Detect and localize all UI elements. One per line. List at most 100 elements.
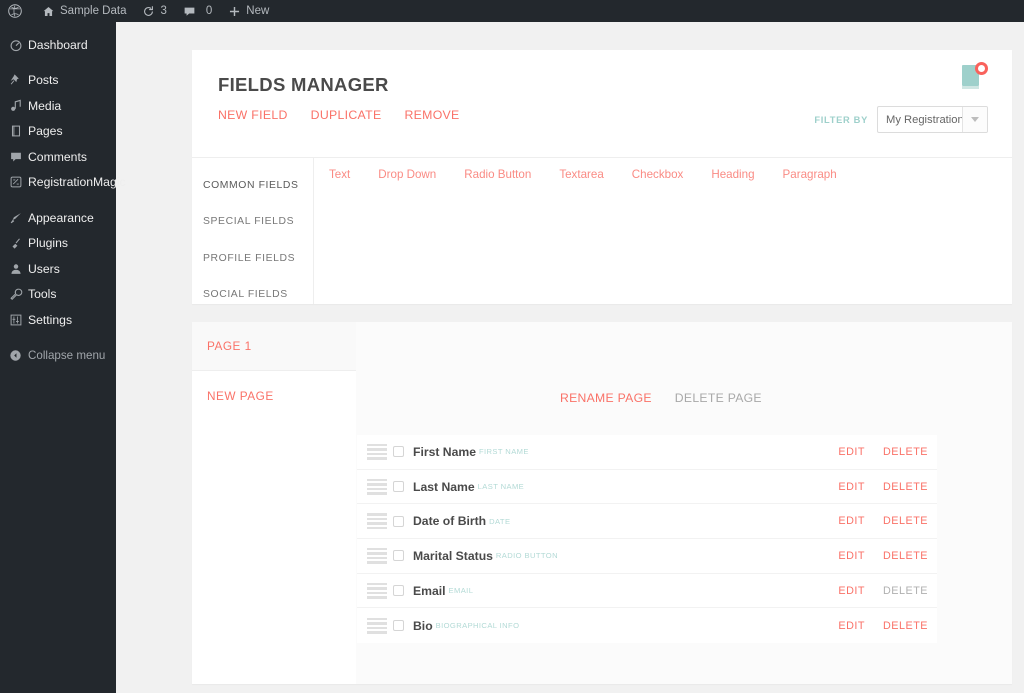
field-type-paragraph[interactable]: Paragraph [783,168,837,181]
row-checkbox[interactable] [393,446,404,458]
delete-field-button[interactable]: DELETE [883,585,928,597]
field-type-label: RADIO BUTTON [495,551,558,561]
sidebar-item-plugins[interactable]: Plugins [0,231,116,257]
menu-separator [0,58,116,68]
row-actions: EDIT DELETE [838,585,928,597]
table-row[interactable]: Date of Birth DATE EDIT DELETE [357,504,937,540]
delete-field-button[interactable]: DELETE [883,550,928,562]
pin-icon [9,73,26,87]
updates-menu[interactable]: 3 [134,0,174,22]
field-name-label: First Name [413,444,476,459]
sidebar-label: Media [28,98,62,113]
notification-badge [975,62,988,75]
row-actions: EDIT DELETE [838,446,928,458]
table-row[interactable]: Last Name LAST NAME EDIT DELETE [357,469,937,505]
delete-field-button[interactable]: DELETE [883,515,928,527]
category-profile-fields[interactable]: PROFILE FIELDS [192,240,313,277]
edit-field-button[interactable]: EDIT [838,481,865,493]
sidebar-label: Settings [28,312,73,327]
filter-by-control: FILTER BY My Registration F... [814,106,988,133]
sidebar-item-users[interactable]: Users [0,256,116,282]
row-checkbox[interactable] [393,620,404,632]
drag-handle-icon[interactable] [357,547,393,564]
comments-menu[interactable]: 0 [175,0,220,22]
remove-button[interactable]: REMOVE [404,108,459,122]
sidebar-item-pages[interactable]: Pages [0,119,116,145]
site-name-menu[interactable]: Sample Data [34,0,134,22]
edit-field-button[interactable]: EDIT [838,585,865,597]
drag-handle-icon[interactable] [357,478,393,495]
main-content: FIELDS MANAGER NEW FIELD DUPLICATE REMOV… [116,22,1024,693]
field-type-heading[interactable]: Heading [711,168,754,181]
collapse-menu-button[interactable]: Collapse menu [0,343,116,369]
plus-icon [228,5,241,18]
table-row[interactable]: Email EMAIL EDIT DELETE [357,573,937,609]
delete-field-button[interactable]: DELETE [883,620,928,632]
field-type-checkbox[interactable]: Checkbox [632,168,684,181]
wordpress-logo-button[interactable] [0,0,34,22]
page-tab-new-page[interactable]: NEW PAGE [192,371,356,420]
sidebar-item-posts[interactable]: Posts [0,68,116,94]
sidebar-item-comments[interactable]: Comments [0,144,116,170]
new-field-button[interactable]: NEW FIELD [218,108,288,122]
field-type-text[interactable]: Text [329,168,350,181]
field-type-label: EMAIL [448,586,474,596]
drag-handle-icon[interactable] [357,443,393,460]
row-checkbox[interactable] [393,585,404,597]
pages-icon [9,124,26,138]
sidebar-item-tools[interactable]: Tools [0,282,116,308]
chevron-down-icon[interactable] [962,107,987,132]
comment-bubble-icon [183,5,196,18]
wrench-icon [9,287,26,301]
delete-field-button[interactable]: DELETE [883,481,928,493]
row-checkbox[interactable] [393,515,404,527]
field-name-label: Date of Birth [413,514,487,529]
table-row[interactable]: Marital Status RADIO BUTTON EDIT DELETE [357,539,937,574]
form-filter-select[interactable]: My Registration F... [877,106,988,133]
filter-selected-value: My Registration F... [886,113,962,126]
duplicate-button[interactable]: DUPLICATE [311,108,382,122]
sliders-icon [9,313,26,327]
sidebar-label: Dashboard [28,37,88,52]
field-types-body: COMMON FIELDS SPECIAL FIELDS PROFILE FIE… [192,157,1012,304]
category-common-fields[interactable]: COMMON FIELDS [192,167,313,204]
drag-handle-icon[interactable] [357,582,393,599]
sidebar-item-media[interactable]: Media [0,93,116,119]
field-type-label: LAST NAME [477,482,525,492]
rename-page-button[interactable]: RENAME PAGE [560,391,652,405]
row-checkbox[interactable] [393,481,404,493]
sticky-note-badge-icon[interactable] [960,60,988,90]
sidebar-label: RegistrationMagic [28,175,126,190]
registrationmagic-icon [9,175,26,189]
sidebar-label: Tools [28,287,57,302]
sidebar-item-dashboard[interactable]: Dashboard [0,32,116,58]
row-actions: EDIT DELETE [838,515,928,527]
delete-page-button[interactable]: DELETE PAGE [675,391,762,405]
menu-separator [0,195,116,205]
new-content-menu[interactable]: New [220,0,277,22]
table-row[interactable]: First Name FIRST NAME EDIT DELETE [357,435,937,470]
drag-handle-icon[interactable] [357,617,393,634]
sidebar-item-settings[interactable]: Settings [0,307,116,333]
edit-field-button[interactable]: EDIT [838,620,865,632]
edit-field-button[interactable]: EDIT [838,515,865,527]
delete-field-button[interactable]: DELETE [883,446,928,458]
field-type-label: DATE [489,516,511,526]
field-type-label: BIOGRAPHICAL INFO [435,621,520,631]
page-tab-page-1[interactable]: PAGE 1 [192,322,356,371]
edit-field-button[interactable]: EDIT [838,550,865,562]
category-special-fields[interactable]: SPECIAL FIELDS [192,204,313,241]
table-row[interactable]: Bio BIOGRAPHICAL INFO EDIT DELETE [357,608,937,644]
field-type-textarea[interactable]: Textarea [559,168,603,181]
field-name-label: Email [413,583,446,598]
sidebar-item-registrationmagic[interactable]: RegistrationMagic [0,170,126,196]
field-types-list: Text Drop Down Radio Button Textarea Che… [314,158,1012,304]
category-social-fields[interactable]: SOCIAL FIELDS [192,277,313,314]
row-checkbox[interactable] [393,550,404,562]
drag-handle-icon[interactable] [357,513,393,530]
sidebar-item-appearance[interactable]: Appearance [0,205,116,231]
collapse-arrow-icon [9,349,26,362]
field-type-drop-down[interactable]: Drop Down [378,168,436,181]
field-type-radio-button[interactable]: Radio Button [464,168,531,181]
edit-field-button[interactable]: EDIT [838,446,865,458]
